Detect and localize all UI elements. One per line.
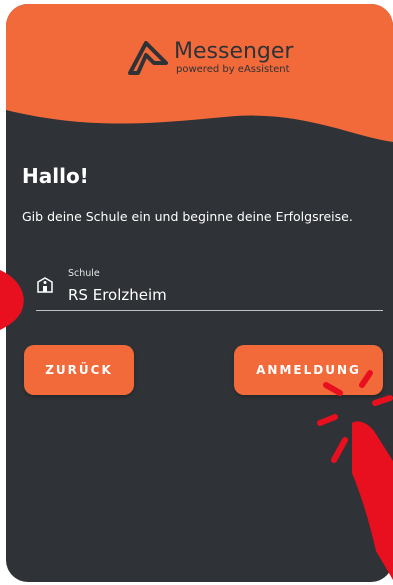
tap-hand-icon xyxy=(317,370,393,580)
school-field[interactable]: Schule RS Erolzheim xyxy=(36,266,383,312)
school-field-underline xyxy=(36,310,383,311)
app-logo: Messenger powered by eAssistent xyxy=(126,39,293,77)
school-icon xyxy=(37,277,53,293)
messenger-logo-icon xyxy=(128,41,168,75)
back-button[interactable]: ZURÜCK xyxy=(24,345,134,395)
school-field-label: Schule xyxy=(68,268,100,279)
greeting-heading: Hallo! xyxy=(22,164,89,188)
brand-tagline: powered by eAssistent xyxy=(176,64,290,75)
school-field-value[interactable]: RS Erolzheim xyxy=(68,286,167,304)
annotation-marker xyxy=(0,270,24,330)
header-wave xyxy=(6,4,393,142)
intro-text: Gib deine Schule ein und beginne deine E… xyxy=(22,209,353,224)
brand-name: Messenger xyxy=(174,39,294,64)
